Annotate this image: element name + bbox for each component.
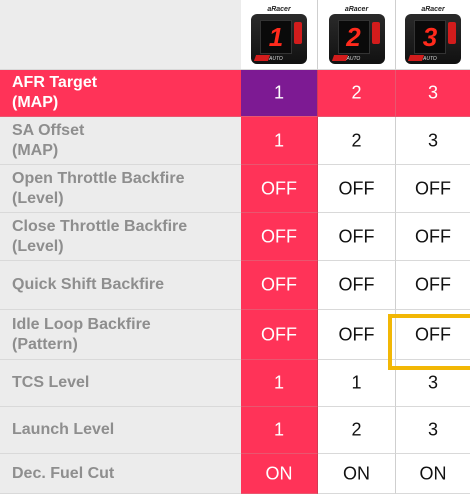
cell-value: ON [419,463,447,483]
value-cell-1[interactable]: OFF [241,165,318,213]
cell-value: 1 [273,82,284,103]
row-label-text: Open Throttle Backfire (Level) [12,169,185,207]
cell-value: 3 [427,419,438,440]
value-cell-3[interactable]: OFF [396,213,470,261]
row-label: Quick Shift Backfire [0,261,241,310]
value-cell-2[interactable]: OFF [318,165,396,213]
row-close-throttle-backfire: Close Throttle Backfire (Level) OFF OFF … [0,213,470,261]
row-label-text: AFR Target (MAP) [12,74,98,111]
device-3-cell[interactable]: aRacer 3 AUTO [396,0,470,70]
row-label: SA Offset (MAP) [0,117,241,165]
value-cell-1[interactable]: OFF [241,213,318,261]
row-launch-level: Launch Level 1 2 3 [0,407,470,454]
row-dec-fuel-cut: Dec. Fuel Cut ON ON ON [0,454,470,494]
cell-value: OFF [261,226,297,246]
cell-value: 2 [351,130,362,150]
cell-value: OFF [415,226,451,246]
row-label-text: Close Throttle Backfire (Level) [12,217,188,255]
value-cell-1[interactable]: 1 [241,70,318,117]
value-cell-3[interactable]: 3 [396,407,470,454]
row-label-text: Quick Shift Backfire [12,276,165,293]
row-afr-target: AFR Target (MAP) 1 2 3 [0,70,470,117]
row-label: Dec. Fuel Cut [0,454,241,494]
value-cell-3[interactable]: OFF [396,165,470,213]
cell-value: 3 [427,372,438,393]
value-cell-3[interactable]: ON [396,454,470,494]
device-2-cell[interactable]: aRacer 2 AUTO [318,0,396,70]
row-label-text: TCS Level [12,374,90,391]
header-row: aRacer 1 AUTO aRacer 2 AUTO aRacer 3 AUT… [0,0,470,70]
value-cell-1[interactable]: OFF [241,310,318,360]
value-cell-1[interactable]: 1 [241,117,318,165]
cell-value: 3 [427,130,438,150]
value-cell-2[interactable]: OFF [318,310,396,360]
device-digit: 3 [422,22,438,52]
row-label-text: Dec. Fuel Cut [12,464,115,482]
device-digit: 1 [268,22,284,52]
cell-value: OFF [261,178,297,198]
cell-value: 1 [273,372,284,393]
device-1-cell[interactable]: aRacer 1 AUTO [241,0,318,70]
value-cell-2[interactable]: OFF [318,213,396,261]
value-cell-3[interactable]: OFF [396,261,470,310]
row-sa-offset: SA Offset (MAP) 1 2 3 [0,117,470,165]
device-sub-label: AUTO [269,56,283,62]
cell-value: 2 [351,419,362,440]
cell-value: OFF [338,226,375,246]
cell-value: 1 [273,419,284,440]
row-label: Launch Level [0,407,241,454]
value-cell-2[interactable]: 1 [318,360,396,407]
row-open-throttle-backfire: Open Throttle Backfire (Level) OFF OFF O… [0,165,470,213]
header-blank-cell [0,0,241,70]
cell-value: 2 [351,82,362,103]
device-1-image: aRacer 1 AUTO [251,6,307,64]
row-label-text: SA Offset (MAP) [12,121,85,159]
cell-value: OFF [261,324,297,344]
cell-value: ON [265,463,293,483]
value-cell-1[interactable]: 1 [241,407,318,454]
cell-value: ON [343,463,370,483]
row-label: Idle Loop Backfire (Pattern) [0,310,241,360]
cell-value: OFF [415,274,451,295]
row-quick-shift-backfire: Quick Shift Backfire OFF OFF OFF [0,261,470,310]
value-cell-2[interactable]: ON [318,454,396,494]
settings-table: aRacer 1 AUTO aRacer 2 AUTO aRacer 3 AUT… [0,0,470,494]
value-cell-2[interactable]: OFF [318,261,396,310]
cell-value: OFF [338,324,375,344]
value-cell-2[interactable]: 2 [318,70,396,117]
cell-value: 3 [427,82,438,103]
cell-value: OFF [338,178,375,198]
row-label-text: Idle Loop Backfire (Pattern) [12,315,151,353]
device-sub-label: AUTO [346,56,361,62]
cell-value: 1 [351,372,362,393]
value-cell-3[interactable]: 3 [396,70,470,117]
value-cell-1[interactable]: OFF [241,261,318,310]
value-cell-3[interactable]: 3 [396,117,470,165]
cell-value: OFF [338,274,375,295]
device-3-image: aRacer 3 AUTO [405,6,461,64]
device-digit: 2 [346,22,361,52]
device-sub-label: AUTO [423,56,437,62]
row-label: TCS Level [0,360,241,407]
value-cell-2[interactable]: 2 [318,117,396,165]
device-2-image: aRacer 2 AUTO [328,6,385,64]
value-cell-2[interactable]: 2 [318,407,396,454]
row-label-text: Launch Level [12,421,115,438]
cell-value: OFF [261,274,297,295]
row-label: Close Throttle Backfire (Level) [0,213,241,261]
row-label: AFR Target (MAP) [0,70,241,117]
value-cell-1[interactable]: ON [241,454,318,494]
highlight-box [388,314,470,370]
row-label: Open Throttle Backfire (Level) [0,165,241,213]
cell-value: 1 [273,130,284,150]
value-cell-1[interactable]: 1 [241,360,318,407]
cell-value: OFF [415,178,451,198]
